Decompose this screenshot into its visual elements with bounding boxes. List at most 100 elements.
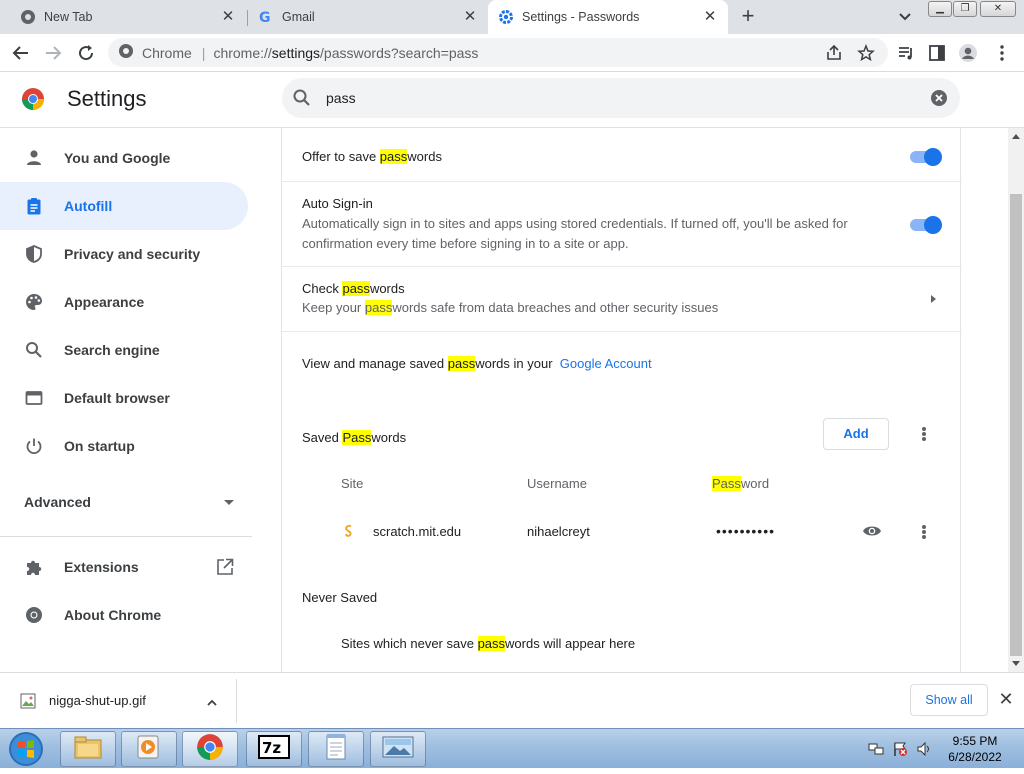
download-shelf: nigga-shut-up.gif Show all ✕ bbox=[0, 672, 1024, 728]
auto-signin-description: Automatically sign in to sites and apps … bbox=[302, 216, 848, 251]
system-tray bbox=[862, 737, 942, 761]
entry-more-actions-icon[interactable] bbox=[922, 525, 926, 539]
add-password-button[interactable]: Add bbox=[823, 418, 889, 450]
taskbar-media-player[interactable] bbox=[121, 731, 177, 767]
offer-to-save-row[interactable]: Offer to save passwords bbox=[282, 128, 962, 182]
download-filename[interactable]: nigga-shut-up.gif bbox=[49, 693, 146, 708]
site-chip[interactable]: Chrome bbox=[118, 43, 192, 62]
clear-search-icon[interactable] bbox=[930, 89, 948, 107]
back-icon[interactable] bbox=[11, 43, 31, 63]
address-bar[interactable]: Chrome | chrome://settings/passwords?sea… bbox=[108, 38, 888, 67]
close-download-shelf-icon[interactable]: ✕ bbox=[998, 690, 1014, 708]
file-explorer-icon bbox=[73, 734, 103, 765]
volume-icon[interactable] bbox=[916, 741, 932, 762]
bookmark-star-icon[interactable] bbox=[856, 43, 876, 63]
sidebar-item-default-browser[interactable]: Default browser bbox=[0, 374, 248, 422]
clock-date: 6/28/2022 bbox=[948, 750, 1002, 764]
chevron-right-icon bbox=[931, 295, 936, 303]
browser-toolbar: Chrome | chrome://settings/passwords?sea… bbox=[0, 34, 1024, 72]
taskbar-notepad[interactable] bbox=[308, 731, 364, 767]
sidebar-item-extensions[interactable]: Extensions bbox=[0, 543, 248, 591]
auto-signin-toggle[interactable] bbox=[910, 216, 942, 234]
person-icon bbox=[24, 148, 44, 168]
sidebar-item-label: Appearance bbox=[64, 294, 145, 310]
power-icon bbox=[24, 436, 44, 456]
shield-icon bbox=[24, 244, 44, 264]
start-button[interactable] bbox=[4, 729, 48, 769]
clipboard-icon bbox=[24, 196, 44, 216]
tab-search-chevron-icon[interactable] bbox=[897, 8, 913, 24]
svg-text:G: G bbox=[259, 10, 271, 25]
network-icon[interactable] bbox=[868, 741, 884, 762]
taskbar-picture-viewer[interactable] bbox=[370, 731, 426, 767]
reload-icon[interactable] bbox=[76, 43, 96, 63]
chevron-up-icon[interactable] bbox=[207, 695, 217, 706]
forward-icon[interactable] bbox=[43, 43, 63, 63]
settings-search-field[interactable]: pass bbox=[282, 78, 960, 118]
omnibox-divider: | bbox=[201, 44, 206, 61]
sidebar-item-autofill[interactable]: Autofill bbox=[0, 182, 248, 230]
notepad-icon bbox=[323, 733, 349, 766]
site-chip-label: Chrome bbox=[142, 44, 192, 61]
scrollbar-thumb[interactable] bbox=[1010, 194, 1022, 656]
scroll-up-arrow-icon[interactable] bbox=[1012, 134, 1020, 139]
minimize-button[interactable]: ▁ bbox=[928, 1, 952, 17]
windows-taskbar: 7z 9:55 PM 6/28/2022 bbox=[0, 728, 1024, 768]
system-clock[interactable]: 9:55 PM 6/28/2022 bbox=[940, 733, 1010, 765]
sidebar-item-about-chrome[interactable]: About Chrome bbox=[0, 591, 248, 639]
tab-new-tab[interactable]: New Tab ✕ bbox=[0, 0, 246, 34]
page-scrollbar[interactable] bbox=[1008, 128, 1024, 672]
chrome-menu-icon[interactable] bbox=[992, 43, 1012, 63]
sidebar-item-you-and-google[interactable]: You and Google bbox=[0, 134, 248, 182]
sidebar-item-label: Extensions bbox=[64, 559, 139, 575]
close-tab-icon[interactable]: ✕ bbox=[220, 9, 236, 25]
tab-title: Gmail bbox=[282, 10, 315, 24]
action-center-flag-icon[interactable] bbox=[892, 741, 908, 762]
search-input-value[interactable]: pass bbox=[326, 90, 356, 106]
taskbar-chrome[interactable] bbox=[182, 731, 238, 767]
google-account-link[interactable]: Google Account bbox=[560, 356, 652, 371]
check-passwords-title: Check passwords bbox=[302, 281, 405, 296]
url-text: chrome://settings/passwords?search=pass bbox=[213, 44, 479, 61]
gif-file-icon bbox=[20, 693, 36, 709]
close-tab-icon[interactable]: ✕ bbox=[702, 9, 718, 25]
sidebar-item-appearance[interactable]: Appearance bbox=[0, 278, 248, 326]
sidebar-item-label: You and Google bbox=[64, 150, 171, 166]
taskbar-7zip[interactable]: 7z bbox=[246, 731, 302, 767]
sidebar-divider bbox=[0, 536, 252, 537]
entry-password: •••••••••• bbox=[716, 523, 776, 539]
sidebar-item-search-engine[interactable]: Search engine bbox=[0, 326, 248, 374]
sidebar-item-label: On startup bbox=[64, 438, 135, 454]
sidebar-item-label: Privacy and security bbox=[64, 246, 201, 262]
tab-settings-passwords[interactable]: Settings - Passwords ✕ bbox=[488, 0, 728, 34]
side-panel-icon[interactable] bbox=[927, 43, 947, 63]
media-player-icon bbox=[135, 733, 163, 766]
share-icon[interactable] bbox=[824, 43, 844, 63]
never-saved-empty-text: Sites which never save passwords will ap… bbox=[341, 636, 636, 651]
new-tab-button[interactable]: + bbox=[738, 5, 758, 27]
scroll-down-arrow-icon[interactable] bbox=[1012, 661, 1020, 666]
chrome-logo-icon bbox=[21, 87, 45, 111]
sidebar-advanced-toggle[interactable]: Advanced bbox=[24, 494, 234, 510]
auto-signin-row[interactable]: Auto Sign-in Automatically sign in to si… bbox=[282, 182, 962, 267]
tab-gmail[interactable]: G Gmail ✕ bbox=[238, 0, 488, 34]
sidebar-item-privacy-and-security[interactable]: Privacy and security bbox=[0, 230, 248, 278]
offer-to-save-toggle[interactable] bbox=[910, 148, 942, 166]
maximize-button[interactable]: ❐ bbox=[953, 1, 977, 17]
check-passwords-row[interactable]: Check passwords Keep your passwords safe… bbox=[282, 267, 962, 332]
check-passwords-description: Keep your passwords safe from data breac… bbox=[302, 300, 719, 315]
sidebar-item-label: Search engine bbox=[64, 342, 160, 358]
tab-title: New Tab bbox=[44, 10, 93, 24]
close-tab-icon[interactable]: ✕ bbox=[462, 9, 478, 25]
close-window-button[interactable]: ✕ bbox=[980, 1, 1016, 17]
sidebar-item-on-startup[interactable]: On startup bbox=[0, 422, 248, 470]
auto-signin-title: Auto Sign-in bbox=[302, 196, 373, 211]
show-password-eye-icon[interactable] bbox=[862, 524, 882, 543]
profile-avatar-icon[interactable] bbox=[958, 43, 978, 63]
media-queue-icon[interactable] bbox=[896, 43, 916, 63]
taskbar-file-explorer[interactable] bbox=[60, 731, 116, 767]
more-actions-icon[interactable] bbox=[922, 427, 926, 441]
show-all-downloads-button[interactable]: Show all bbox=[910, 684, 988, 716]
column-header-site: Site bbox=[341, 476, 364, 491]
search-icon bbox=[292, 88, 312, 108]
